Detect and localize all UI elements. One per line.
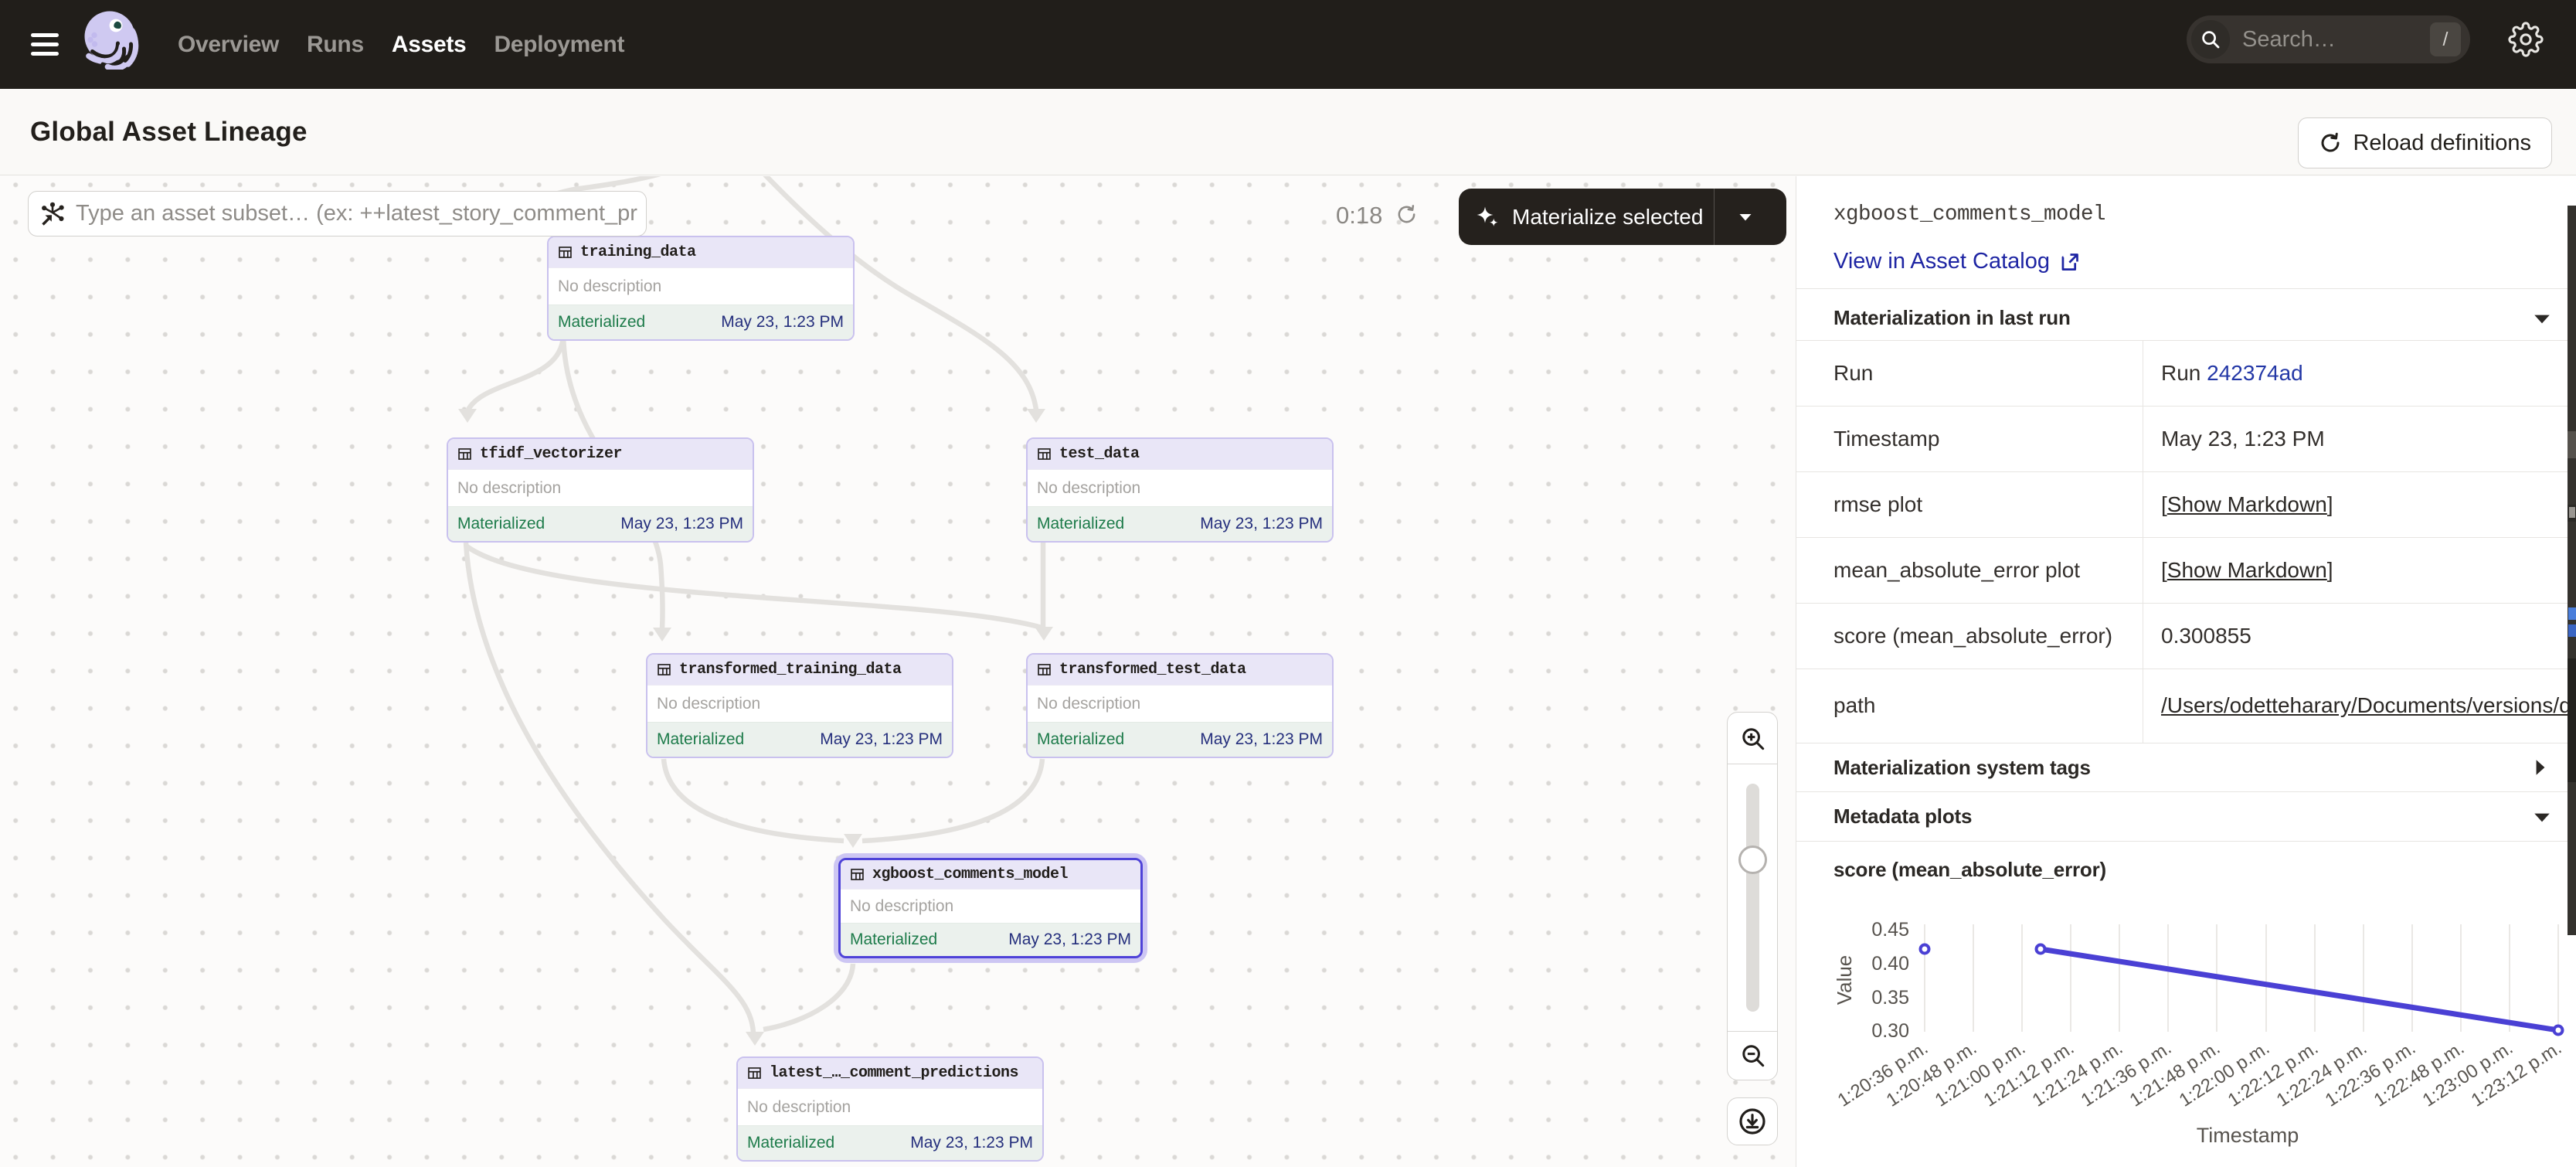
svg-text:Timestamp: Timestamp bbox=[2197, 1124, 2299, 1147]
svg-text:0.45: 0.45 bbox=[1871, 919, 1909, 941]
svg-text:0.40: 0.40 bbox=[1871, 953, 1909, 975]
svg-text:Value: Value bbox=[1833, 955, 1856, 1005]
svg-text:0.30: 0.30 bbox=[1871, 1020, 1909, 1042]
svg-text:0.35: 0.35 bbox=[1871, 987, 1909, 1009]
